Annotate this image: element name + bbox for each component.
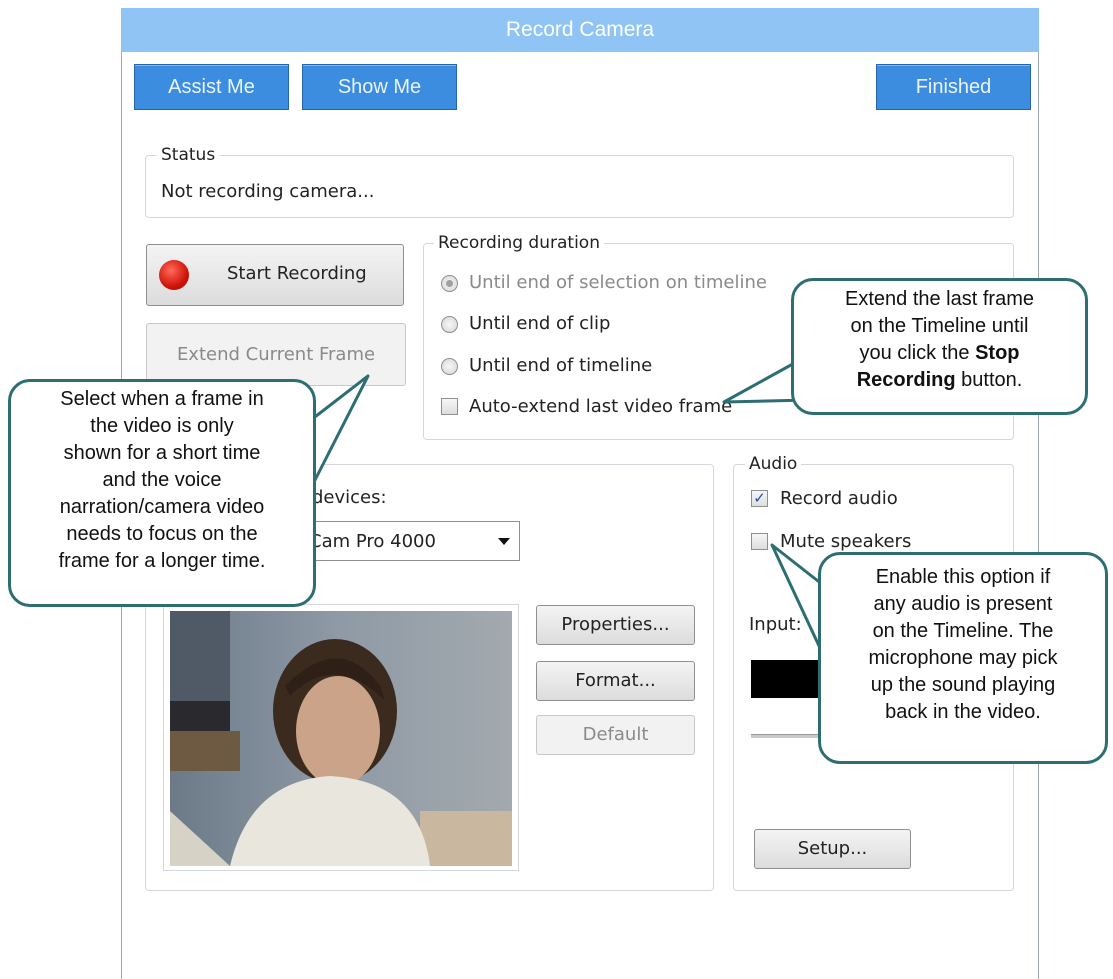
- mute-callout-line6: back in the video.: [885, 701, 1041, 723]
- auto-extend-callout-line1: Extend the last frame: [845, 288, 1034, 310]
- extend-frame-callout-line2: the video is only: [90, 415, 234, 437]
- auto-extend-callout-line3-text: you click the: [859, 342, 976, 364]
- extend-frame-callout-line4: and the voice: [102, 469, 222, 491]
- mute-callout-line1: Enable this option if: [875, 566, 1051, 588]
- auto-extend-callout-line3: you click the Stop: [794, 340, 1085, 367]
- mute-callout: Enable this option if any audio is prese…: [818, 552, 1108, 764]
- auto-extend-callout-line4: Recording button.: [794, 367, 1085, 394]
- auto-extend-callout: Extend the last frame on the Timeline un…: [791, 278, 1088, 415]
- mute-callout-line3: on the Timeline. The: [872, 620, 1054, 642]
- mute-callout-line2: any audio is present: [873, 593, 1053, 615]
- auto-extend-callout-line2: on the Timeline until: [850, 315, 1029, 337]
- mute-callout-line4: microphone may pick: [868, 647, 1058, 669]
- extend-frame-callout-line6: needs to focus on the: [66, 523, 258, 545]
- extend-frame-callout-line5: narration/camera video: [59, 496, 265, 518]
- mute-callout-line5: up the sound playing: [870, 674, 1056, 696]
- extend-frame-callout: Select when a frame in the video is only…: [8, 379, 316, 607]
- auto-extend-callout-recording: Recording: [856, 369, 956, 391]
- extend-frame-callout-line1: Select when a frame in: [60, 388, 264, 410]
- auto-extend-callout-stop: Stop: [975, 342, 1020, 364]
- extend-frame-callout-line3: shown for a short time: [63, 442, 261, 464]
- auto-extend-callout-line4-text: button.: [955, 369, 1023, 391]
- extend-frame-callout-line7: frame for a longer time.: [58, 550, 266, 572]
